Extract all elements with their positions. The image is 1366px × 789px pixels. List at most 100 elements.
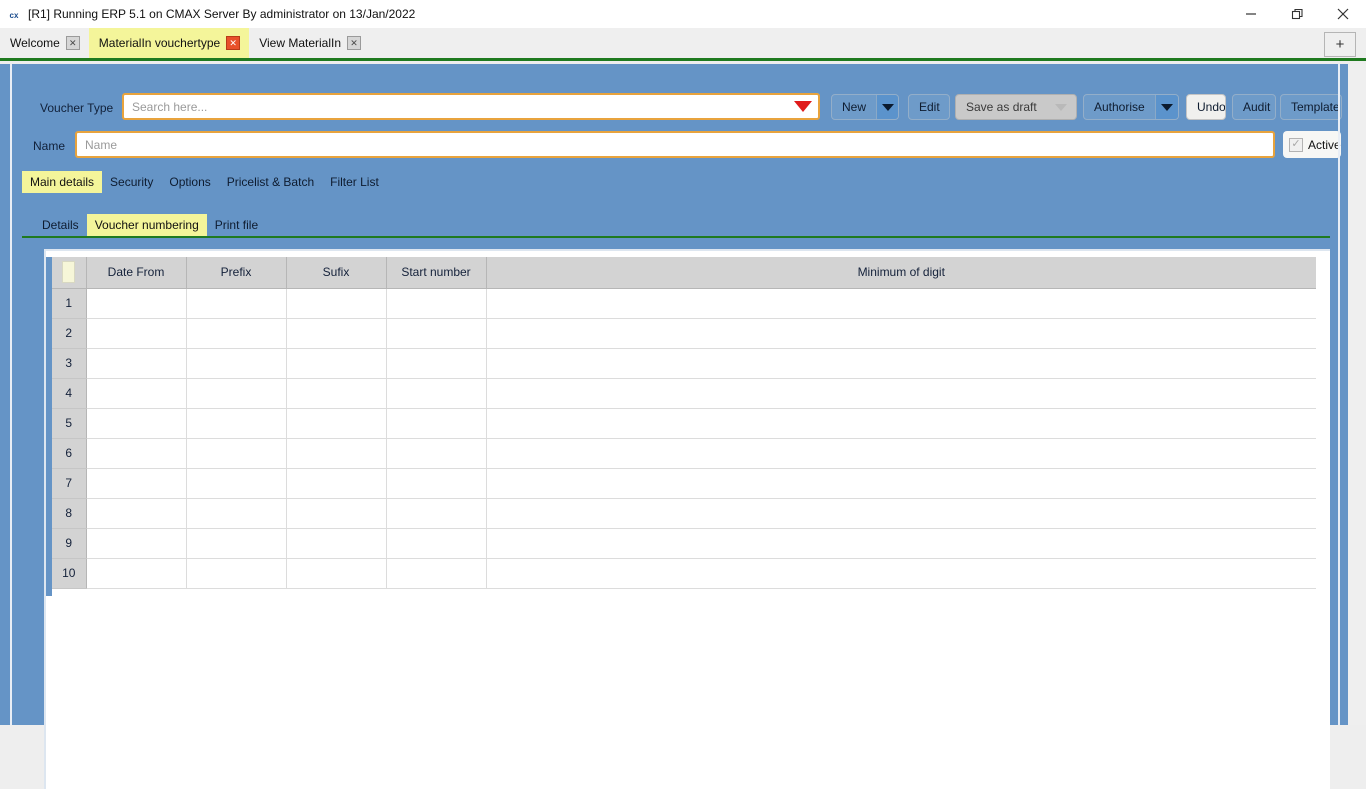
cell-prefix[interactable]	[186, 348, 286, 378]
cell-date-from[interactable]	[86, 528, 186, 558]
cell-prefix[interactable]	[186, 468, 286, 498]
table-row[interactable]: 3	[52, 348, 1316, 378]
cell-minimum-of-digit[interactable]	[486, 498, 1316, 528]
subtab-voucher-numbering[interactable]: Voucher numbering	[87, 214, 207, 236]
cell-minimum-of-digit[interactable]	[486, 348, 1316, 378]
cell-minimum-of-digit[interactable]	[486, 528, 1316, 558]
cell-minimum-of-digit[interactable]	[486, 378, 1316, 408]
close-icon[interactable]	[1320, 0, 1366, 28]
cell-date-from[interactable]	[86, 348, 186, 378]
table-row[interactable]: 2	[52, 318, 1316, 348]
cell-date-from[interactable]	[86, 438, 186, 468]
document-tab-materialin-vouchertype[interactable]: MaterialIn vouchertype ✕	[89, 28, 249, 58]
voucher-type-search-field[interactable]	[122, 93, 820, 120]
cell-start-number[interactable]	[386, 498, 486, 528]
active-checkbox[interactable]: ✓	[1289, 138, 1303, 152]
cell-date-from[interactable]	[86, 408, 186, 438]
cell-sufix[interactable]	[286, 348, 386, 378]
tab-security[interactable]: Security	[102, 171, 161, 193]
new-dropdown-chevron-down-icon[interactable]	[876, 95, 898, 119]
document-tab-welcome[interactable]: Welcome ✕	[0, 28, 89, 58]
row-number[interactable]: 1	[52, 288, 86, 318]
cell-start-number[interactable]	[386, 528, 486, 558]
new-button[interactable]: New	[831, 94, 899, 120]
table-row[interactable]: 10	[52, 558, 1316, 588]
cell-sufix[interactable]	[286, 528, 386, 558]
cell-start-number[interactable]	[386, 438, 486, 468]
table-row[interactable]: 6	[52, 438, 1316, 468]
cell-sufix[interactable]	[286, 288, 386, 318]
row-number[interactable]: 8	[52, 498, 86, 528]
tab-close-icon[interactable]: ✕	[347, 36, 361, 50]
cell-minimum-of-digit[interactable]	[486, 468, 1316, 498]
tab-options[interactable]: Options	[161, 171, 218, 193]
cell-prefix[interactable]	[186, 408, 286, 438]
subtab-details[interactable]: Details	[34, 214, 87, 236]
cell-sufix[interactable]	[286, 438, 386, 468]
cell-sufix[interactable]	[286, 468, 386, 498]
cell-sufix[interactable]	[286, 408, 386, 438]
cell-prefix[interactable]	[186, 498, 286, 528]
row-number[interactable]: 10	[52, 558, 86, 588]
table-row[interactable]: 5	[52, 408, 1316, 438]
new-tab-button[interactable]: +	[1324, 32, 1356, 57]
row-number[interactable]: 2	[52, 318, 86, 348]
cell-start-number[interactable]	[386, 468, 486, 498]
search-input[interactable]	[124, 95, 788, 118]
row-number[interactable]: 7	[52, 468, 86, 498]
grid-select-all-chip[interactable]	[62, 261, 75, 283]
name-field[interactable]	[75, 131, 1275, 158]
tab-close-icon[interactable]: ✕	[226, 36, 240, 50]
cell-prefix[interactable]	[186, 528, 286, 558]
tab-filter-list[interactable]: Filter List	[322, 171, 387, 193]
cell-date-from[interactable]	[86, 288, 186, 318]
undo-button[interactable]: Undo	[1186, 94, 1226, 120]
tab-close-icon[interactable]: ✕	[66, 36, 80, 50]
column-header-prefix[interactable]: Prefix	[186, 257, 286, 288]
cell-start-number[interactable]	[386, 288, 486, 318]
audit-button[interactable]: Audit	[1232, 94, 1276, 120]
row-number[interactable]: 5	[52, 408, 86, 438]
cell-sufix[interactable]	[286, 558, 386, 588]
authorise-chevron-down-icon[interactable]	[1155, 95, 1178, 119]
cell-prefix[interactable]	[186, 378, 286, 408]
cell-minimum-of-digit[interactable]	[486, 438, 1316, 468]
cell-date-from[interactable]	[86, 378, 186, 408]
authorise-button[interactable]: Authorise	[1083, 94, 1179, 120]
cell-minimum-of-digit[interactable]	[486, 558, 1316, 588]
cell-date-from[interactable]	[86, 558, 186, 588]
save-as-draft-chevron-down-icon[interactable]	[1047, 95, 1075, 119]
maximize-restore-icon[interactable]	[1274, 0, 1320, 28]
table-row[interactable]: 8	[52, 498, 1316, 528]
table-row[interactable]: 7	[52, 468, 1316, 498]
cell-date-from[interactable]	[86, 498, 186, 528]
row-number[interactable]: 6	[52, 438, 86, 468]
column-header-sufix[interactable]: Sufix	[286, 257, 386, 288]
row-number[interactable]: 9	[52, 528, 86, 558]
cell-prefix[interactable]	[186, 438, 286, 468]
cell-sufix[interactable]	[286, 378, 386, 408]
subtab-print-file[interactable]: Print file	[207, 214, 266, 236]
edit-button[interactable]: Edit	[908, 94, 950, 120]
cell-sufix[interactable]	[286, 318, 386, 348]
cell-prefix[interactable]	[186, 558, 286, 588]
tab-main-details[interactable]: Main details	[22, 171, 102, 193]
column-header-minimum-of-digit[interactable]: Minimum of digit	[486, 257, 1316, 288]
table-row[interactable]: 9	[52, 528, 1316, 558]
table-row[interactable]: 4	[52, 378, 1316, 408]
row-number[interactable]: 3	[52, 348, 86, 378]
cell-date-from[interactable]	[86, 468, 186, 498]
cell-start-number[interactable]	[386, 348, 486, 378]
column-header-start-number[interactable]: Start number	[386, 257, 486, 288]
cell-minimum-of-digit[interactable]	[486, 318, 1316, 348]
document-tab-view-materialin[interactable]: View MaterialIn ✕	[249, 28, 370, 58]
grid-corner-header[interactable]	[52, 257, 86, 288]
cell-date-from[interactable]	[86, 318, 186, 348]
template-button[interactable]: Template	[1280, 94, 1342, 120]
row-number[interactable]: 4	[52, 378, 86, 408]
cell-start-number[interactable]	[386, 378, 486, 408]
minimize-icon[interactable]	[1228, 0, 1274, 28]
save-as-draft-button[interactable]: Save as draft	[955, 94, 1077, 120]
active-checkbox-group[interactable]: ✓ Active	[1283, 131, 1341, 158]
cell-start-number[interactable]	[386, 558, 486, 588]
